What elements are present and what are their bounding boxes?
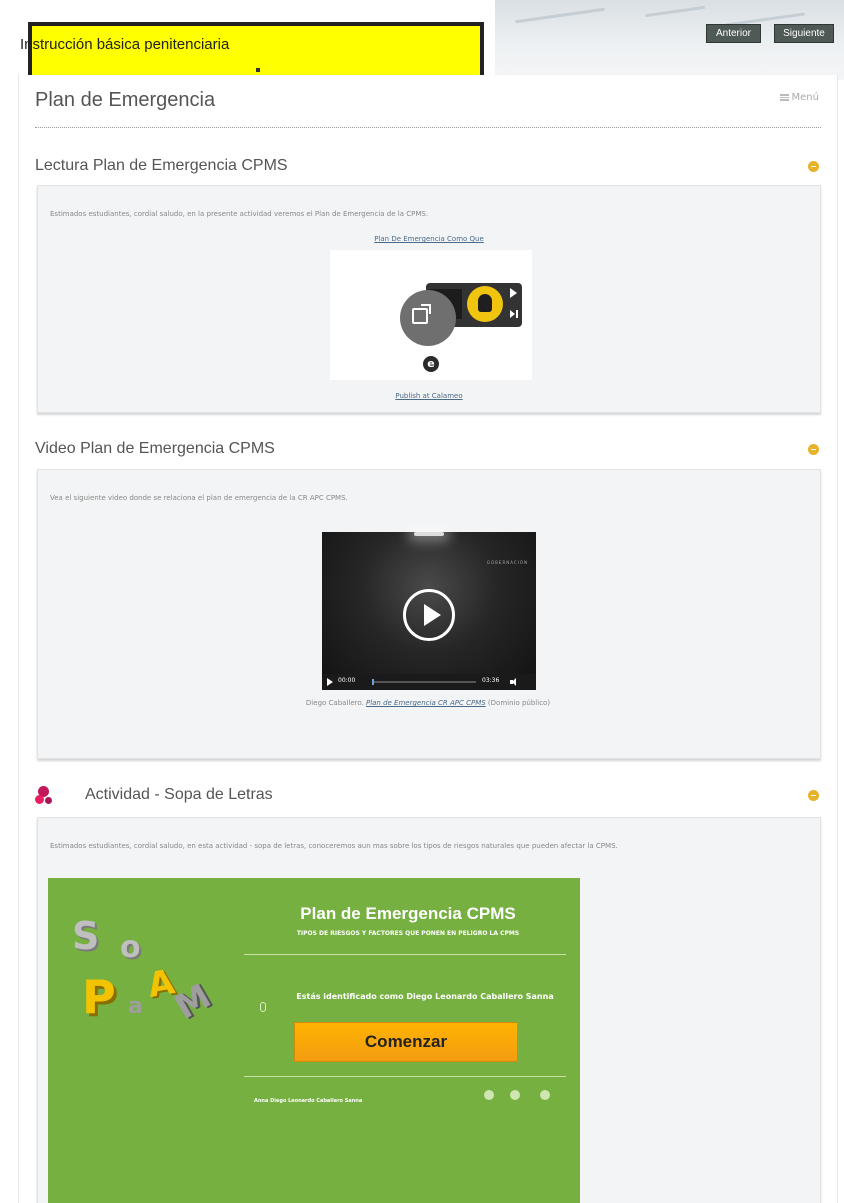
attribution-license: (Dominio público) — [487, 699, 551, 707]
section-header-actividad[interactable]: Actividad - Sopa de Letras — [35, 786, 821, 814]
volume-icon[interactable] — [510, 678, 518, 686]
menu-label: Menú — [791, 92, 819, 103]
section-intro: Estimados estudiantes, cordial saludo, e… — [50, 210, 429, 218]
calameo-document-link[interactable]: Plan De Emergencia Como Que — [374, 235, 484, 243]
video-watermark: GOBERNACIÓN — [486, 560, 528, 565]
menu-icon — [779, 93, 789, 101]
document-cover-thumbnail[interactable] — [467, 286, 503, 322]
section-body-lectura: Estimados estudiantes, cordial saludo, e… — [37, 185, 821, 413]
video-controls: 00:00 03:36 — [322, 674, 536, 690]
main-panel: Plan de Emergencia Menú Lectura Plan de … — [18, 75, 838, 1203]
expand-icon — [412, 304, 431, 324]
video-attribution: Diego Caballero. Plan de Emergencia CR A… — [278, 697, 578, 709]
mouse-cursor — [256, 68, 260, 72]
video-player[interactable]: GOBERNACIÓN 00:00 03:36 — [322, 532, 536, 690]
game-subtitle: TIPOS DE RIESGOS Y FACTORES QUE PONEN EN… — [296, 930, 520, 937]
start-button[interactable]: Comenzar — [294, 1022, 518, 1062]
current-time: 00:00 — [338, 677, 356, 684]
wifi-icon[interactable] — [484, 1090, 494, 1100]
next-page-icon[interactable] — [510, 310, 518, 318]
section-title: Video Plan de Emergencia CPMS — [35, 440, 275, 457]
collapse-icon[interactable] — [808, 790, 819, 801]
divider — [244, 954, 566, 955]
next-button[interactable]: Siguiente — [774, 24, 834, 43]
top-banner: Instrucción básica penitenciaria Anterio… — [0, 0, 844, 80]
seek-bar[interactable] — [372, 679, 476, 685]
activity-icon — [35, 786, 53, 806]
section-intro: Estimados estudiantes, cordial saludo, e… — [50, 842, 618, 850]
calameo-embed[interactable]: e — [330, 250, 532, 380]
section-title: Lectura Plan de Emergencia CPMS — [35, 157, 288, 174]
game-title: Plan de Emergencia CPMS — [300, 904, 516, 923]
identified-as-text: Estás identificado como Diego Leonardo C… — [296, 992, 554, 1001]
section-intro: Vea el siguiente video donde se relacion… — [50, 494, 348, 502]
video-light — [414, 532, 444, 536]
divider — [244, 1076, 566, 1077]
word-search-game: S o P A M a Plan de Emergencia CPMS TIPO… — [48, 878, 580, 1203]
collapse-icon[interactable] — [808, 444, 819, 455]
section-body-video: Vea el siguiente video donde se relacion… — [37, 469, 821, 759]
logo-letter: o — [120, 930, 141, 965]
logo-letter: S — [72, 914, 100, 958]
play-icon[interactable] — [510, 288, 517, 298]
publish-at-calameo-link[interactable]: Publish at Calameo — [395, 392, 462, 400]
section-title: Actividad - Sopa de Letras — [85, 786, 273, 803]
section-header-lectura[interactable]: Lectura Plan de Emergencia CPMS — [35, 157, 821, 185]
page-title: Plan de Emergencia — [35, 89, 216, 111]
logo-letter: P — [82, 970, 116, 1024]
attribution-author: Diego Caballero. — [305, 699, 364, 707]
section-header-video[interactable]: Video Plan de Emergencia CPMS — [35, 440, 821, 468]
play-button[interactable] — [403, 589, 455, 641]
calameo-logo-icon: e — [423, 356, 439, 372]
course-title: Instrucción básica penitenciaria — [20, 36, 230, 53]
previous-button[interactable]: Anterior — [706, 24, 761, 43]
video-link[interactable]: Plan de Emergencia CR APC CPMS — [366, 699, 486, 707]
duration: 03:36 — [482, 677, 500, 684]
logo-letter: a — [128, 994, 143, 1019]
footer-user-name: Anna Diego Leonardo Caballero Sanna — [254, 1098, 363, 1104]
play-icon[interactable] — [327, 678, 333, 686]
section-body-actividad: Estimados estudiantes, cordial saludo, e… — [37, 817, 821, 1203]
user-icon — [260, 1002, 266, 1012]
collapse-icon[interactable] — [808, 161, 819, 172]
menu-link[interactable]: Menú — [779, 92, 819, 103]
divider — [35, 127, 821, 128]
fullscreen-button[interactable] — [400, 290, 456, 346]
info-icon[interactable] — [540, 1090, 550, 1100]
logo-letter: M — [168, 976, 218, 1028]
settings-icon[interactable] — [510, 1090, 520, 1100]
